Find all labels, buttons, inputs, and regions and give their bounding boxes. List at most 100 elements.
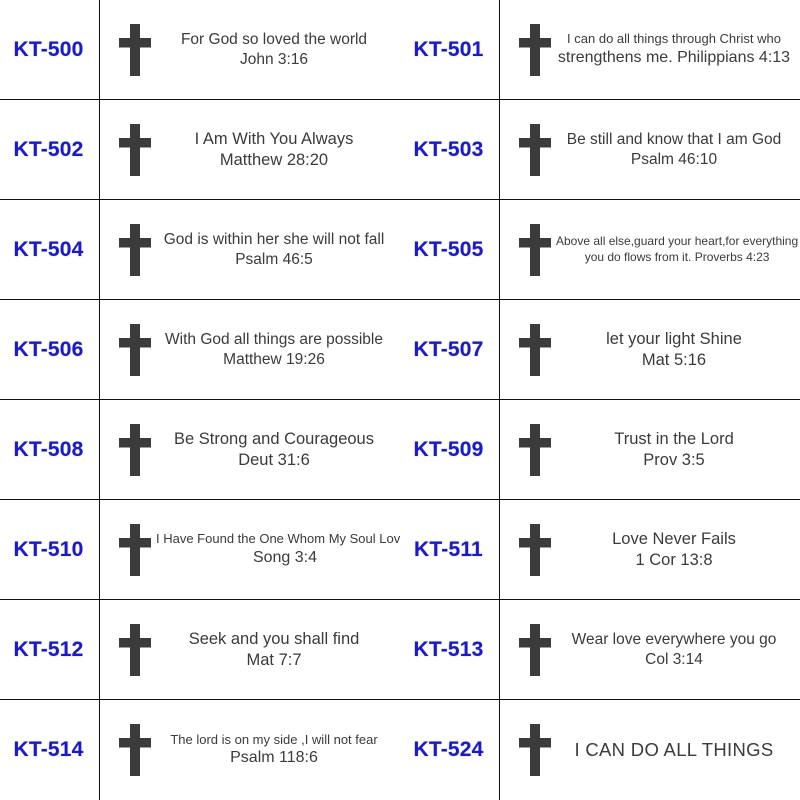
item-code-label: KT-511 <box>414 537 483 561</box>
verse-line-reference: you do flows from it. Proverbs 4:23 <box>584 249 770 264</box>
catalog-item-cell[interactable]: KT-504 God is within her she will not fal… <box>0 200 400 300</box>
verse-line-primary: I CAN DO ALL THINGS <box>574 739 774 761</box>
cross-icon <box>518 623 552 676</box>
item-code-label: KT-509 <box>413 437 484 461</box>
cross-icon <box>118 623 152 676</box>
item-code-label: KT-503 <box>413 137 484 161</box>
verse-text-block: Seek and you shall find Mat 7:7 <box>152 629 394 671</box>
item-code-label: KT-513 <box>413 637 484 661</box>
item-design-cell: The lord is on my side ,I will not fear P… <box>100 700 400 800</box>
cross-icon <box>118 123 152 176</box>
cross-icon <box>118 223 152 276</box>
catalog-item-cell[interactable]: KT-512 Seek and you shall find Mat 7:7 <box>0 600 400 700</box>
verse-text-block: Be Strong and Courageous Deut 31:6 <box>152 429 394 471</box>
catalog-item-cell[interactable]: KT-524 I CAN DO ALL THINGS <box>400 700 800 800</box>
catalog-item-cell[interactable]: KT-511 Love Never Fails 1 Cor 13:8 <box>400 500 800 600</box>
item-code-cell: KT-514 <box>0 700 100 800</box>
cross-icon <box>118 323 152 376</box>
item-code-cell: KT-507 <box>400 300 500 399</box>
item-design-cell: Wear love everywhere you go Col 3:14 <box>500 600 800 699</box>
item-design-cell: Be Strong and Courageous Deut 31:6 <box>100 400 400 499</box>
catalog-item-cell[interactable]: KT-513 Wear love everywhere you go Col 3:1… <box>400 600 800 700</box>
item-design-cell: With God all things are possible Matthew … <box>100 300 400 399</box>
item-design-cell: I Am With You Always Matthew 28:20 <box>100 100 400 199</box>
cross-icon <box>518 423 552 476</box>
item-code-cell: KT-506 <box>0 300 100 399</box>
item-design-cell: Seek and you shall find Mat 7:7 <box>100 600 400 699</box>
item-code-label: KT-505 <box>413 237 484 261</box>
verse-line-primary: Wear love everywhere you go <box>571 630 777 648</box>
item-code-label: KT-524 <box>413 738 484 761</box>
catalog-item-cell[interactable]: KT-514 The lord is on my side ,I will not… <box>0 700 400 800</box>
verse-text-block: Love Never Fails 1 Cor 13:8 <box>552 529 794 571</box>
item-code-label: KT-502 <box>13 137 84 161</box>
cross-icon <box>118 523 152 576</box>
verse-text-block: I can do all things through Christ who st… <box>552 31 794 68</box>
cross-icon <box>118 23 152 76</box>
verse-line-primary: Trust in the Lord <box>614 429 734 448</box>
catalog-item-cell[interactable]: KT-505 Above all else,guard your heart,fo… <box>400 200 800 300</box>
cross-icon <box>118 724 152 776</box>
verse-line-reference: Mat 7:7 <box>246 650 302 669</box>
verse-line-reference: Col 3:14 <box>645 650 703 668</box>
item-code-label: KT-508 <box>13 437 84 461</box>
design-catalog-grid: KT-500 For God so loved the world John 3:1… <box>0 0 800 800</box>
item-code-label: KT-510 <box>13 537 84 561</box>
verse-text-block: Be still and know that I am God Psalm 46:… <box>552 130 794 169</box>
verse-text-block: I Am With You Always Matthew 28:20 <box>152 129 394 171</box>
item-design-cell: Above all else,guard your heart,for ever… <box>500 200 800 299</box>
item-code-label: KT-507 <box>413 337 484 361</box>
item-code-label: KT-514 <box>13 738 84 761</box>
verse-line-reference: Song 3:4 <box>252 548 318 566</box>
verse-text-block: With God all things are possible Matthew … <box>152 330 394 369</box>
verse-line-primary: Above all else,guard your heart,for ever… <box>556 234 799 249</box>
verse-line-reference: Matthew 28:20 <box>219 150 329 169</box>
verse-text-block: For God so loved the world John 3:16 <box>152 30 394 69</box>
item-code-label: KT-506 <box>13 337 84 361</box>
item-design-cell: I Have Found the One Whom My Soul Loves S… <box>100 500 414 599</box>
item-design-cell: Love Never Fails 1 Cor 13:8 <box>500 500 800 599</box>
item-code-cell: KT-511 <box>400 500 500 599</box>
cross-icon <box>518 323 552 376</box>
catalog-item-cell[interactable]: KT-508 Be Strong and Courageous Deut 31:6 <box>0 400 400 500</box>
catalog-item-cell[interactable]: KT-501 I can do all things through Christ… <box>400 0 800 100</box>
verse-text-block: I CAN DO ALL THINGS <box>552 738 794 761</box>
verse-line-primary: Be Strong and Courageous <box>174 429 374 448</box>
item-code-label: KT-504 <box>13 237 84 261</box>
item-design-cell: let your light Shine Mat 5:16 <box>500 300 800 399</box>
item-design-cell: Trust in the Lord Prov 3:5 <box>500 400 800 499</box>
verse-line-reference: Deut 31:6 <box>238 450 310 469</box>
verse-line-reference: Psalm 46:5 <box>235 250 313 268</box>
verse-line-primary: The lord is on my side ,I will not fear <box>170 731 378 747</box>
item-code-cell: KT-502 <box>0 100 100 199</box>
catalog-item-cell[interactable]: KT-509 Trust in the Lord Prov 3:5 <box>400 400 800 500</box>
catalog-item-cell[interactable]: KT-502 I Am With You Always Matthew 28:20 <box>0 100 400 200</box>
catalog-item-cell[interactable]: KT-506 With God all things are possible Ma… <box>0 300 400 400</box>
item-design-cell: For God so loved the world John 3:16 <box>100 0 400 99</box>
verse-text-block: The lord is on my side ,I will not fear P… <box>152 732 394 769</box>
catalog-item-cell[interactable]: KT-507 let your light Shine Mat 5:16 <box>400 300 800 400</box>
verse-line-reference: Psalm 118:6 <box>230 749 318 767</box>
verse-line-primary: With God all things are possible <box>165 330 383 348</box>
catalog-item-cell[interactable]: KT-503 Be still and know that I am God Psa… <box>400 100 800 200</box>
cross-icon <box>518 523 552 576</box>
verse-line-reference: strengthens me. Philippians 4:13 <box>557 48 791 66</box>
item-code-cell: KT-510 <box>0 500 100 599</box>
verse-text-block: Trust in the Lord Prov 3:5 <box>552 429 794 471</box>
verse-line-primary: let your light Shine <box>606 329 742 348</box>
verse-line-reference: 1 Cor 13:8 <box>635 550 713 569</box>
item-design-cell: God is within her she will not fall Psalm… <box>100 200 400 299</box>
verse-text-block: God is within her she will not fall Psalm… <box>152 230 394 269</box>
item-code-cell: KT-500 <box>0 0 100 99</box>
verse-line-primary: I Am With You Always <box>194 129 354 148</box>
verse-line-primary: For God so loved the world <box>180 30 368 48</box>
catalog-item-cell[interactable]: KT-500 For God so loved the world John 3:1… <box>0 0 400 100</box>
verse-line-reference: Psalm 46:10 <box>630 150 718 168</box>
cross-icon <box>518 123 552 176</box>
item-design-cell: Be still and know that I am God Psalm 46:… <box>500 100 800 199</box>
verse-line-primary: I can do all things through Christ who <box>567 31 781 47</box>
item-code-cell: KT-524 <box>400 700 500 800</box>
catalog-item-cell[interactable]: KT-510 I Have Found the One Whom My Soul … <box>0 500 414 600</box>
cross-icon <box>518 23 552 76</box>
verse-line-primary: Love Never Fails <box>612 529 736 548</box>
